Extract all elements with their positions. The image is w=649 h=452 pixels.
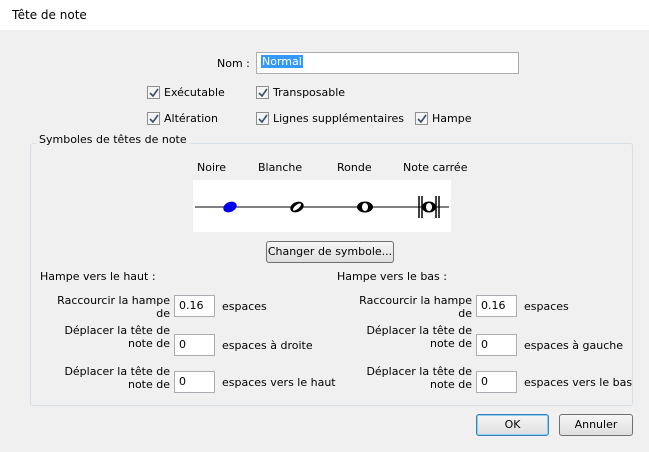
stem-up-title: Hampe vers le haut : xyxy=(40,270,156,283)
ledger-lines-label: Lignes supplémentaires xyxy=(273,112,404,125)
notehead-symbols-title: Symboles de têtes de note xyxy=(36,133,190,146)
stem-up-move-y-input[interactable]: 0 xyxy=(174,371,215,393)
stem-down-move-x-label-line2: note de xyxy=(429,337,472,350)
whole-notehead-icon[interactable] xyxy=(357,201,373,213)
executable-label: Exécutable xyxy=(164,86,225,99)
stem-checkbox[interactable] xyxy=(415,112,428,125)
checkmark-icon xyxy=(149,114,159,124)
stem-up-shorten-label: Raccourcir la hampe de xyxy=(40,294,170,320)
stem-up-move-x-label: Déplacer la tête de note de xyxy=(40,324,170,350)
stem-down-shorten-label: Raccourcir la hampe de xyxy=(340,294,472,320)
checkmark-icon xyxy=(417,114,427,124)
stem-down-move-y-unit: espaces vers le bas xyxy=(524,376,633,389)
checkmark-icon xyxy=(149,88,159,98)
stem-down-move-x-input[interactable]: 0 xyxy=(476,334,517,356)
column-blanche: Blanche xyxy=(258,161,303,174)
stem-down-move-y-input[interactable]: 0 xyxy=(476,371,517,393)
notehead-preview xyxy=(193,180,451,232)
executable-checkbox[interactable] xyxy=(147,86,160,99)
stem-up-shorten-label-line2: de xyxy=(156,307,170,320)
stem-up-move-y-unit: espaces vers le haut xyxy=(222,376,336,389)
stem-up-move-x-label-line1: Déplacer la tête de xyxy=(64,324,170,337)
name-input-value: Normal xyxy=(261,55,303,68)
name-label: Nom : xyxy=(217,57,250,70)
column-noire: Noire xyxy=(197,161,227,174)
stem-down-shorten-label-line2: de xyxy=(458,307,472,320)
stem-up-shorten-unit: espaces xyxy=(222,300,267,313)
notehead-staff-preview xyxy=(195,196,449,218)
window-title: Tête de note xyxy=(12,8,87,22)
title-bar: Tête de note xyxy=(0,0,649,31)
transposable-label: Transposable xyxy=(273,86,346,99)
transposable-checkbox[interactable] xyxy=(256,86,269,99)
cancel-button[interactable]: Annuler xyxy=(559,414,633,436)
breve-notehead-icon[interactable] xyxy=(418,196,440,218)
name-input[interactable]: Normal xyxy=(256,52,519,74)
ledger-lines-checkbox[interactable] xyxy=(256,112,269,125)
stem-down-shorten-unit: espaces xyxy=(524,300,569,313)
checkmark-icon xyxy=(258,114,268,124)
stem-down-shorten-input[interactable]: 0.16 xyxy=(476,295,517,317)
stem-down-move-y-label-line1: Déplacer la tête de xyxy=(366,365,472,378)
stem-up-move-y-label: Déplacer la tête de note de xyxy=(40,365,170,391)
ok-button[interactable]: OK xyxy=(476,414,549,436)
alteration-label: Altération xyxy=(164,112,218,125)
stem-up-shorten-input[interactable]: 0.16 xyxy=(174,295,215,317)
change-symbol-button[interactable]: Changer de symbole... xyxy=(266,241,394,263)
checkmark-icon xyxy=(258,88,268,98)
stem-down-move-x-unit: espaces à gauche xyxy=(524,339,623,352)
alteration-checkbox[interactable] xyxy=(147,112,160,125)
column-ronde: Ronde xyxy=(337,161,372,174)
stem-down-move-x-label-line1: Déplacer la tête de xyxy=(366,324,472,337)
stem-down-title: Hampe vers le bas : xyxy=(337,270,447,283)
column-note-carree: Note carrée xyxy=(403,161,468,174)
stem-label: Hampe xyxy=(432,112,472,125)
stem-up-move-x-unit: espaces à droite xyxy=(222,339,313,352)
stem-down-move-y-label: Déplacer la tête de note de xyxy=(340,365,472,391)
stem-up-move-y-label-line1: Déplacer la tête de xyxy=(64,365,170,378)
stem-down-shorten-label-line1: Raccourcir la hampe xyxy=(359,294,472,307)
stem-down-move-y-label-line2: note de xyxy=(429,378,472,391)
stem-up-shorten-label-line1: Raccourcir la hampe xyxy=(57,294,170,307)
stem-up-move-x-input[interactable]: 0 xyxy=(174,334,215,356)
stem-up-move-x-label-line2: note de xyxy=(127,337,170,350)
half-notehead-icon[interactable] xyxy=(289,200,306,215)
stem-down-move-x-label: Déplacer la tête de note de xyxy=(340,324,472,350)
stem-up-move-y-label-line2: note de xyxy=(127,378,170,391)
quarter-notehead-icon[interactable] xyxy=(222,200,239,215)
